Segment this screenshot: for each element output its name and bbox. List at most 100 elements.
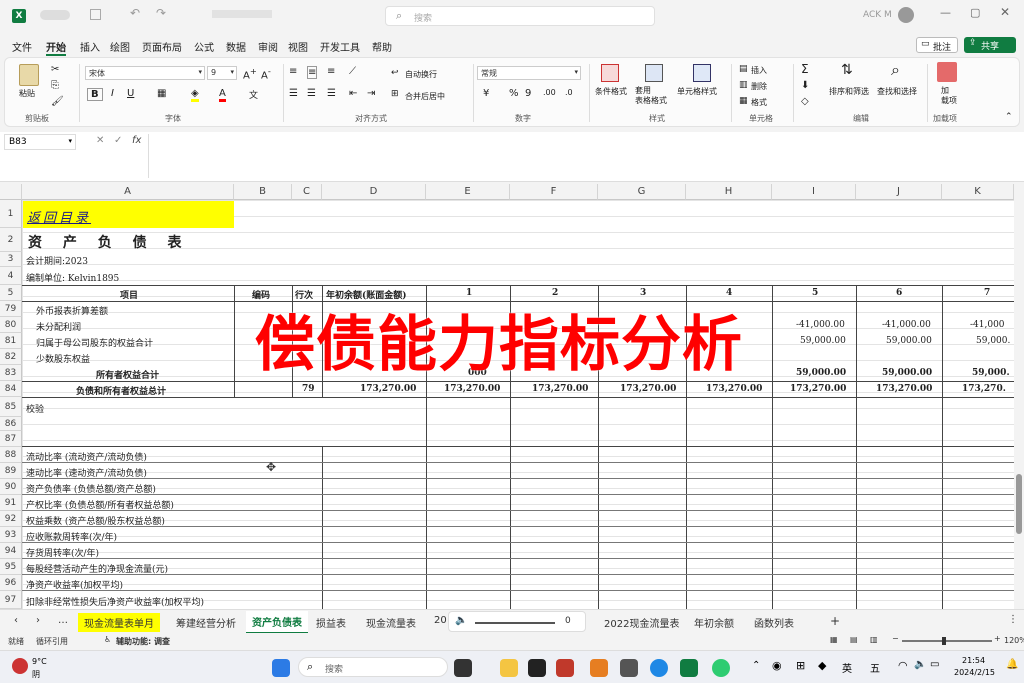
zoom-slider[interactable] — [902, 637, 992, 645]
search-box[interactable]: ⌕ 搜索 — [385, 6, 655, 26]
row-header[interactable]: 1 — [0, 200, 22, 228]
tab-formulas[interactable]: 公式 — [194, 39, 214, 54]
more-sheets-icon[interactable]: … — [58, 615, 68, 626]
tab-file[interactable]: 文件 — [12, 39, 32, 54]
paste-icon[interactable] — [19, 64, 39, 86]
app-icon[interactable] — [590, 659, 608, 677]
align-top-icon[interactable]: ≡ — [289, 66, 297, 77]
row-header[interactable]: 94 — [0, 543, 22, 559]
column-header[interactable]: I — [772, 184, 856, 200]
cell-value[interactable]: 59,000.00 — [796, 368, 846, 378]
battery-icon[interactable]: ▭ — [930, 659, 939, 670]
zoom-out-icon[interactable]: − — [892, 634, 899, 643]
italic-button[interactable]: I — [111, 88, 114, 99]
tab-developer[interactable]: 开发工具 — [320, 39, 360, 54]
merge-center-button[interactable]: 合并后居中 — [405, 91, 445, 102]
file-explorer-icon[interactable] — [500, 659, 518, 677]
decrease-decimal-icon[interactable]: .0 — [565, 88, 573, 97]
cell-styles-button[interactable]: 单元格样式 — [677, 86, 717, 97]
row-header[interactable]: 79 — [0, 301, 22, 317]
page-break-view-icon[interactable]: ▥ — [870, 635, 878, 644]
delete-cells-button[interactable]: 删除 — [751, 81, 767, 92]
tab-page-layout[interactable]: 页面布局 — [142, 39, 182, 54]
row-header[interactable]: 91 — [0, 495, 22, 511]
tab-review[interactable]: 审阅 — [258, 39, 278, 54]
insert-function-icon[interactable]: fx — [132, 135, 141, 146]
formula-input[interactable] — [148, 134, 1020, 178]
cell-styles-icon[interactable] — [693, 64, 711, 82]
add-sheet-icon[interactable]: + — [830, 614, 840, 628]
tray-app-icon[interactable]: ⊞ — [796, 659, 805, 672]
tab-data[interactable]: 数据 — [226, 39, 246, 54]
column-header[interactable]: K — [942, 184, 1014, 200]
tab-insert[interactable]: 插入 — [80, 39, 100, 54]
column-header[interactable]: C — [292, 184, 322, 200]
app-icon[interactable] — [528, 659, 546, 677]
sheet-tab[interactable]: 现金流量表 — [366, 615, 416, 630]
row-header[interactable]: 93 — [0, 527, 22, 543]
taskview-icon[interactable] — [454, 659, 472, 677]
fill-color-icon[interactable]: ◈ — [191, 88, 199, 102]
status-accessibility[interactable]: 辅助功能: 调查 — [116, 636, 170, 647]
zoom-in-icon[interactable]: + — [994, 634, 1001, 643]
sheet-tab[interactable]: 损益表 — [316, 615, 346, 630]
language-indicator[interactable]: 英 — [842, 660, 852, 675]
save-icon[interactable] — [90, 9, 101, 20]
back-to-contents-link[interactable]: 返回目录 — [23, 201, 234, 228]
tray-chevron-icon[interactable]: ⌃ — [752, 660, 760, 671]
column-header[interactable]: F — [510, 184, 598, 200]
tab-view[interactable]: 视图 — [288, 39, 308, 54]
notification-icon[interactable]: 🔔 — [1006, 659, 1018, 670]
cell-value[interactable]: 173,270.00 — [706, 384, 762, 394]
wrap-text-button[interactable]: 自动换行 — [405, 69, 437, 80]
copy-icon[interactable]: ⎘ — [51, 80, 59, 91]
sheet-tab[interactable]: 2022现金流量表 — [604, 615, 679, 630]
clock-time[interactable]: 21:54 — [962, 656, 985, 665]
cell-value[interactable]: 59,000. — [972, 368, 1010, 378]
comma-icon[interactable]: 9 — [525, 88, 531, 99]
sheet-tab-active[interactable]: 资产负债表 — [246, 611, 308, 634]
row-header[interactable]: 80 — [0, 317, 22, 333]
sheet-tab[interactable]: 现金流量表单月 — [78, 613, 160, 632]
format-as-table-button[interactable]: 套用 表格格式 — [635, 86, 667, 106]
align-left-icon[interactable]: ☰ — [289, 88, 298, 99]
redo-icon[interactable]: ↷ — [156, 6, 166, 20]
align-right-icon[interactable]: ☰ — [327, 88, 336, 99]
clock-date[interactable]: 2024/2/15 — [954, 668, 995, 677]
comment-button[interactable]: ▭ 批注 — [916, 37, 958, 53]
media-volume-control[interactable]: 🔈 0 — [448, 611, 586, 632]
user-name[interactable]: ACK M — [863, 10, 892, 20]
tray-app-icon[interactable]: ◆ — [818, 659, 826, 672]
currency-icon[interactable]: ¥ — [483, 88, 489, 99]
cell-value[interactable]: 173,270.00 — [620, 384, 676, 394]
align-middle-icon[interactable]: ≡ — [307, 66, 318, 79]
normal-view-icon[interactable]: ▦ — [830, 635, 838, 644]
row-header[interactable]: 97 — [0, 591, 22, 609]
row-header[interactable]: 87 — [0, 431, 22, 447]
borders-icon[interactable]: ▦ — [157, 88, 166, 99]
cell-value[interactable]: 59,000.00 — [886, 336, 932, 346]
maximize-icon[interactable]: ▢ — [970, 6, 980, 19]
prev-sheet-icon[interactable]: ‹ — [14, 615, 18, 626]
ime-indicator[interactable]: 五 — [870, 660, 880, 675]
share-button[interactable]: ⇪ 共享 — [964, 37, 1016, 53]
sheet-tab[interactable]: 筹建经营分析 — [176, 615, 236, 630]
scrollbar-thumb[interactable] — [1016, 474, 1022, 534]
row-header[interactable]: 88 — [0, 447, 22, 463]
find-select-icon[interactable]: ⌕ — [891, 60, 900, 80]
cancel-icon[interactable]: ✕ — [96, 135, 104, 146]
row-header[interactable]: 83 — [0, 365, 22, 381]
row-header[interactable]: 92 — [0, 511, 22, 527]
autosave-toggle[interactable] — [40, 10, 70, 20]
undo-icon[interactable]: ↶ — [130, 6, 140, 20]
percent-icon[interactable]: % — [509, 88, 519, 99]
confirm-icon[interactable]: ✓ — [114, 135, 122, 146]
cell-value[interactable]: 173,270.00 — [790, 384, 846, 394]
format-as-table-icon[interactable] — [645, 64, 663, 82]
tab-help[interactable]: 帮助 — [372, 39, 392, 54]
tab-scroll-icon[interactable]: ⋮ — [1008, 614, 1018, 625]
column-header[interactable]: E — [426, 184, 510, 200]
wrap-text-icon[interactable]: ↩ — [391, 68, 399, 78]
conditional-format-icon[interactable] — [601, 64, 619, 82]
cell-value[interactable]: 173,270.00 — [360, 384, 416, 394]
